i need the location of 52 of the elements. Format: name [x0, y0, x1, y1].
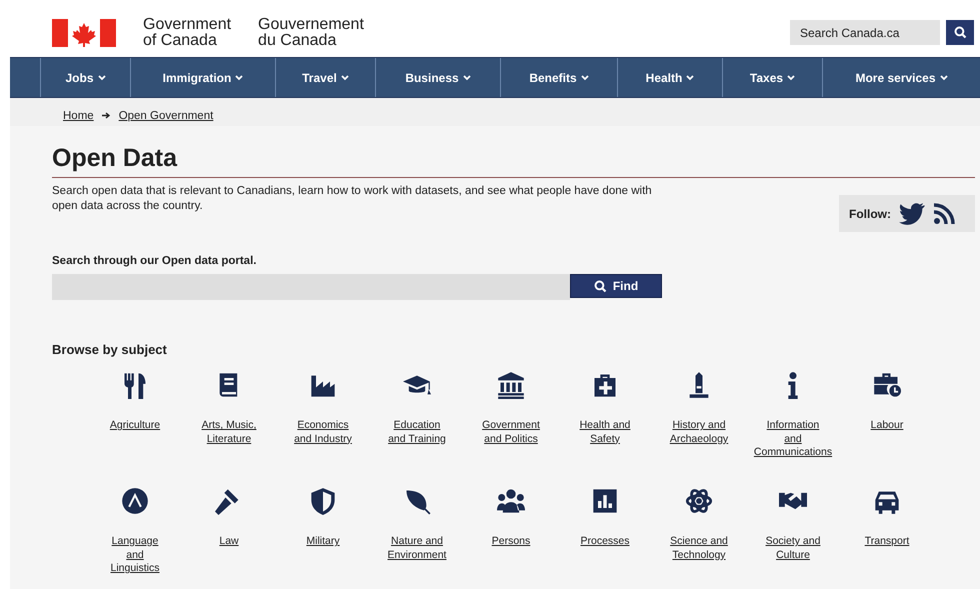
- subject-link[interactable]: Persons: [492, 535, 530, 548]
- government-name: Gouvernement du Canada: [258, 16, 364, 48]
- subject-link[interactable]: Science and Technology: [670, 535, 728, 562]
- chevron-icon: [580, 74, 589, 80]
- portal-search-field[interactable]: [52, 274, 570, 300]
- subject-link[interactable]: Government and Politics: [482, 419, 540, 446]
- chevron-icon: [787, 74, 796, 80]
- bar-chart-icon[interactable]: [591, 487, 619, 515]
- shield-icon[interactable]: [309, 487, 337, 515]
- intro-paragraph: Search open data that is relevant to Canadians, learn how to work with datasets, and see what people have done with open data across the country.: [52, 184, 652, 214]
- arrow-icon: [102, 112, 111, 119]
- search-button[interactable]: [946, 20, 974, 45]
- search-icon: [954, 26, 966, 39]
- canada-flag-icon: [52, 18, 116, 46]
- people-icon[interactable]: [497, 487, 525, 515]
- subject-link[interactable]: Education and Training: [388, 419, 446, 446]
- portal-search-label: Search through our Open data portal.: [52, 255, 258, 267]
- subject-link[interactable]: Processes: [580, 535, 630, 548]
- page-title: Open Data: [52, 143, 975, 178]
- follow-label: Follow:: [849, 206, 891, 220]
- subject-link[interactable]: Transport: [864, 535, 910, 548]
- subject-link[interactable]: Information and Communications: [754, 419, 832, 460]
- subject-link[interactable]: Economics and Industry: [294, 419, 352, 446]
- subject-link[interactable]: Agriculture: [110, 419, 160, 432]
- chevron-icon: [235, 74, 244, 80]
- breadcrumb-link[interactable]: Open Government: [118, 110, 214, 122]
- letter-circle-icon[interactable]: [121, 487, 149, 515]
- subject-link[interactable]: Law: [219, 535, 239, 548]
- search-icon: [594, 280, 607, 292]
- subject-link[interactable]: Language and Linguistics: [110, 535, 160, 576]
- subject-link[interactable]: Labour: [870, 419, 904, 432]
- subject-link[interactable]: Military: [306, 535, 340, 548]
- government-name: Government of Canada: [143, 16, 232, 48]
- bird-icon[interactable]: [899, 202, 925, 224]
- rss-icon[interactable]: [933, 202, 955, 224]
- chevron-icon: [462, 74, 471, 80]
- browse-heading: Browse by subject: [52, 342, 168, 357]
- chevron-icon: [940, 74, 948, 80]
- subject-link[interactable]: Arts, Music, Literature: [202, 419, 256, 446]
- subject-link[interactable]: Society and Culture: [766, 535, 820, 562]
- search-field[interactable]: Search Canada.ca: [790, 20, 940, 45]
- find-button[interactable]: Find: [570, 274, 662, 298]
- building-columns-icon[interactable]: [497, 371, 525, 399]
- chevron-icon: [98, 74, 106, 80]
- subject-link[interactable]: Health and Safety: [580, 419, 630, 446]
- chevron-icon: [686, 74, 694, 80]
- briefcase-clock-icon[interactable]: [873, 371, 901, 399]
- subject-link[interactable]: History and Archaeology: [670, 419, 728, 446]
- chevron-icon: [340, 74, 349, 80]
- subject-link[interactable]: Nature and Environment: [388, 535, 446, 562]
- breadcrumb-link[interactable]: Home: [63, 110, 94, 122]
- atom-icon[interactable]: [685, 487, 713, 515]
